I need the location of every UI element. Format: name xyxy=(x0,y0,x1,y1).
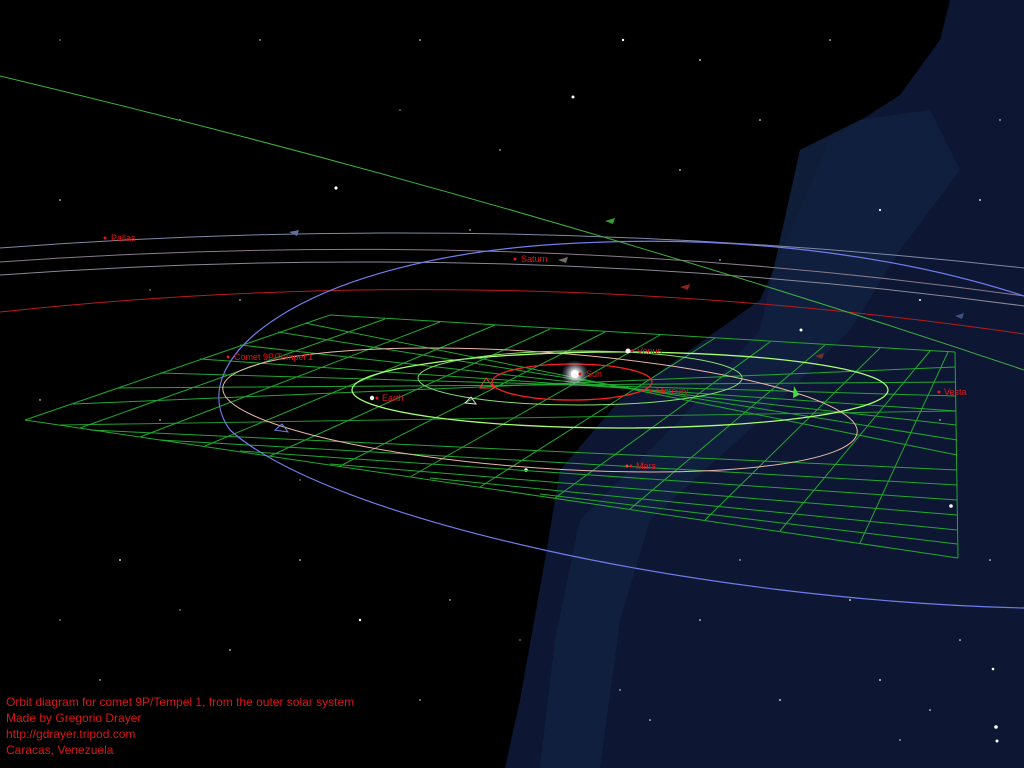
caption-author: Made by Gregorio Drayer xyxy=(6,711,142,725)
label-saturn-text: Saturn xyxy=(521,254,548,264)
label-vesta-text: Vesta xyxy=(944,387,967,397)
node-marker-5 xyxy=(289,230,299,236)
label-pallas[interactable]: Pallas xyxy=(103,233,137,243)
credits-caption: Orbit diagram for comet 9P/Tempel 1, fro… xyxy=(6,694,354,758)
caption-title: Orbit diagram for comet 9P/Tempel 1, fro… xyxy=(6,695,355,709)
earth-body[interactable] xyxy=(369,395,375,401)
label-mercury-text: Mercury xyxy=(656,386,689,396)
label-mercury[interactable]: Mercury xyxy=(649,386,690,396)
orbit-viewer[interactable]: Pallas Saturn Comet 9P/Tempel 1 Venus Su… xyxy=(0,0,1024,768)
node-marker-7 xyxy=(680,284,690,290)
label-pallas-text: Pallas xyxy=(111,233,136,243)
orbit-scene[interactable]: Pallas Saturn Comet 9P/Tempel 1 Venus Su… xyxy=(0,0,1024,768)
label-venus-text: Venus xyxy=(637,346,663,356)
node-marker-4 xyxy=(605,218,615,224)
label-comet[interactable]: Comet 9P/Tempel 1 xyxy=(226,352,314,362)
venus-body[interactable] xyxy=(625,348,631,354)
label-earth[interactable]: Earth xyxy=(375,393,404,403)
caption-url: http://gdrayer.tripod.com xyxy=(6,727,136,741)
caption-location: Caracas, Venezuela xyxy=(6,743,114,757)
label-sun-text: Sun xyxy=(586,369,602,379)
label-venus[interactable]: Venus xyxy=(630,346,663,356)
mars-body[interactable] xyxy=(625,464,629,468)
label-earth-text: Earth xyxy=(382,393,404,403)
label-comet-text: Comet 9P/Tempel 1 xyxy=(234,352,313,362)
sun-icon[interactable] xyxy=(571,370,579,378)
label-mars-text: Mars xyxy=(636,461,656,471)
node-marker-6 xyxy=(558,257,568,263)
label-saturn[interactable]: Saturn xyxy=(513,254,548,264)
